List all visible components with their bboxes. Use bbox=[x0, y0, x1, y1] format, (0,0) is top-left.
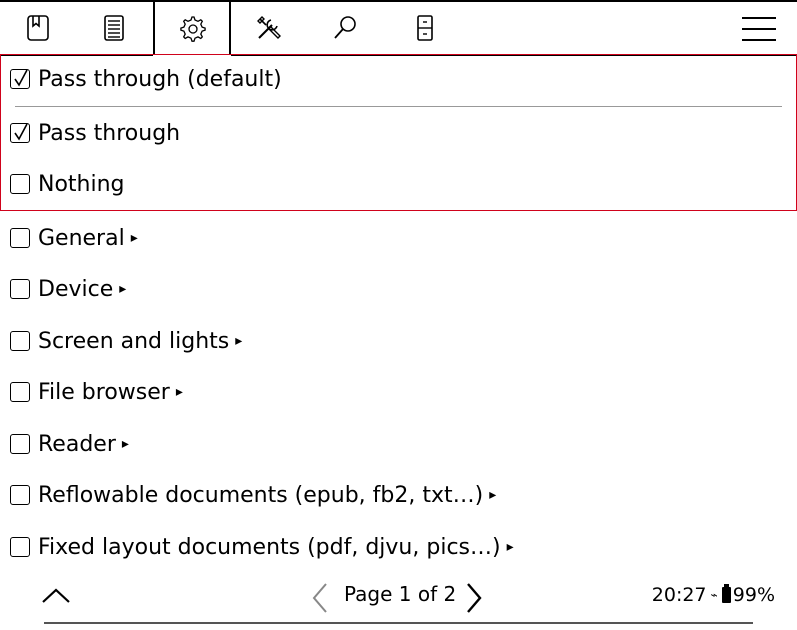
menu-item-reader[interactable]: Reader ▸ bbox=[10, 424, 129, 464]
submenu-arrow-icon: ▸ bbox=[175, 384, 183, 400]
popup-item-pass-through-default[interactable]: Pass through (default) bbox=[10, 59, 282, 99]
cabinet-icon bbox=[417, 15, 433, 41]
checkbox[interactable] bbox=[10, 382, 30, 402]
document-icon bbox=[104, 15, 124, 41]
tab-bookmarks[interactable] bbox=[0, 2, 76, 54]
chevron-left-icon[interactable] bbox=[308, 580, 332, 616]
tab-filing[interactable] bbox=[387, 2, 463, 54]
tab-bar bbox=[0, 0, 797, 56]
menu-item-label: General bbox=[38, 225, 125, 251]
footer: Page 1 of 2 20:27 ⌁ 99% bbox=[0, 570, 797, 620]
menu-item-label: File browser bbox=[38, 379, 170, 405]
menu-item-label: Screen and lights bbox=[38, 328, 230, 354]
checkbox[interactable] bbox=[10, 434, 30, 454]
battery-level: 99% bbox=[732, 584, 775, 606]
checkbox[interactable] bbox=[10, 69, 30, 89]
popup-item-label: Pass through bbox=[38, 120, 181, 146]
checkbox[interactable] bbox=[10, 331, 30, 351]
tab-search[interactable] bbox=[307, 2, 383, 54]
search-icon bbox=[334, 16, 356, 39]
tab-settings[interactable] bbox=[153, 2, 231, 54]
checkbox[interactable] bbox=[10, 123, 30, 143]
menu-button[interactable] bbox=[739, 12, 779, 46]
submenu-arrow-icon: ▸ bbox=[235, 333, 243, 349]
popup-item-pass-through[interactable]: Pass through bbox=[10, 113, 180, 153]
page-indicator[interactable]: Page 1 of 2 bbox=[344, 582, 456, 606]
checkmark-icon bbox=[14, 69, 28, 87]
tools-icon bbox=[257, 16, 281, 39]
chevron-up-icon[interactable] bbox=[40, 580, 72, 612]
popup-item-label: Pass through (default) bbox=[38, 66, 282, 92]
menu-item-screen-and-lights[interactable]: Screen and lights ▸ bbox=[10, 321, 242, 361]
popup-item-nothing[interactable]: Nothing bbox=[10, 164, 125, 204]
tab-tools[interactable] bbox=[231, 2, 307, 54]
checkbox[interactable] bbox=[10, 174, 30, 194]
checkbox[interactable] bbox=[10, 228, 30, 248]
checkbox[interactable] bbox=[10, 485, 30, 505]
menu-item-device[interactable]: Device ▸ bbox=[10, 269, 126, 309]
checkbox[interactable] bbox=[10, 279, 30, 299]
popup-item-label: Nothing bbox=[38, 171, 125, 197]
submenu-arrow-icon: ▸ bbox=[121, 436, 129, 452]
checkmark-icon bbox=[14, 123, 28, 141]
gear-icon bbox=[180, 16, 206, 42]
checkbox[interactable] bbox=[10, 537, 30, 557]
battery-icon bbox=[721, 584, 731, 603]
clock: 20:27 bbox=[651, 584, 707, 606]
submenu-arrow-icon: ▸ bbox=[506, 539, 514, 555]
bookmark-icon bbox=[27, 15, 49, 41]
menu-item-file-browser[interactable]: File browser ▸ bbox=[10, 372, 183, 412]
menu-item-label: Device bbox=[38, 276, 114, 302]
background-page-edge bbox=[44, 622, 753, 630]
menu-item-reflowable-documents[interactable]: Reflowable documents (epub, fb2, txt…) ▸ bbox=[10, 475, 496, 515]
menu-item-fixed-layout-documents[interactable]: Fixed layout documents (pdf, djvu, pics…… bbox=[10, 527, 514, 567]
submenu-arrow-icon: ▸ bbox=[119, 281, 127, 297]
tab-toc[interactable] bbox=[76, 2, 152, 54]
menu-item-general[interactable]: General ▸ bbox=[10, 218, 138, 258]
menu-item-label: Reflowable documents (epub, fb2, txt…) bbox=[38, 482, 484, 508]
submenu-arrow-icon: ▸ bbox=[489, 487, 497, 503]
menu-item-label: Fixed layout documents (pdf, djvu, pics…… bbox=[38, 534, 501, 560]
wifi-icon: ⌁ bbox=[710, 588, 718, 602]
submenu-arrow-icon: ▸ bbox=[130, 230, 138, 246]
hamburger-menu-icon bbox=[742, 17, 776, 41]
status-area: 20:27 ⌁ 99% bbox=[652, 584, 775, 606]
popup-separator bbox=[15, 106, 782, 107]
menu-item-label: Reader bbox=[38, 431, 116, 457]
chevron-right-icon[interactable] bbox=[462, 580, 486, 616]
